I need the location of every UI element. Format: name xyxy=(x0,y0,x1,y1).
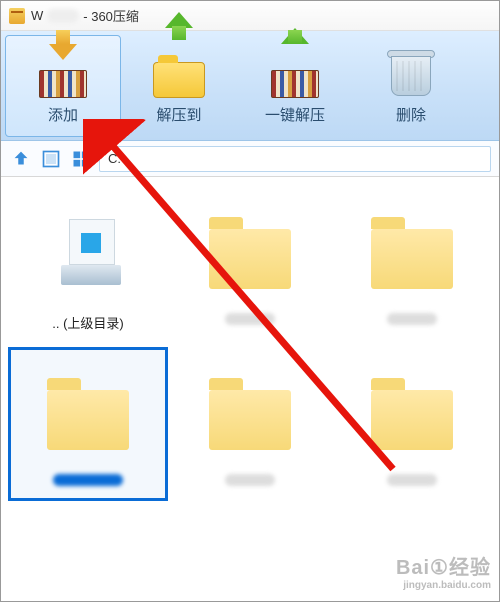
add-icon xyxy=(33,46,93,98)
trash-icon xyxy=(381,46,441,98)
up-icon[interactable] xyxy=(9,147,33,171)
watermark-sub: jingyan.baidu.com xyxy=(396,580,491,591)
delete-label: 删除 xyxy=(396,104,426,125)
watermark: Bai①经验 jingyan.baidu.com xyxy=(396,551,491,591)
delete-button[interactable]: 删除 xyxy=(353,35,469,137)
folder-item-selected[interactable] xyxy=(11,350,165,498)
view-grid-icon[interactable] xyxy=(69,147,93,171)
drive-icon xyxy=(33,197,143,307)
folder-item[interactable] xyxy=(335,189,489,340)
extract-label: 解压到 xyxy=(156,104,201,125)
item-label xyxy=(387,313,437,329)
file-grid: .. (上级目录) xyxy=(1,177,499,510)
folder-item[interactable] xyxy=(173,350,327,498)
onekey-label: 一键解压 xyxy=(265,104,325,125)
view-large-icon[interactable] xyxy=(39,147,63,171)
folder-icon xyxy=(33,358,143,468)
item-label xyxy=(225,474,275,490)
add-button[interactable]: 添加 xyxy=(5,35,121,137)
folder-icon xyxy=(195,197,305,307)
item-label xyxy=(225,313,275,329)
item-label xyxy=(53,474,123,490)
titlebar: W - 360压缩 xyxy=(1,1,499,31)
extract-button[interactable]: 解压到 xyxy=(121,35,237,137)
parent-dir-item[interactable]: .. (上级目录) xyxy=(11,189,165,340)
title-suffix: - 360压缩 xyxy=(83,6,139,25)
folder-icon xyxy=(357,197,467,307)
onekey-icon xyxy=(265,46,325,98)
navigation-bar xyxy=(1,141,499,177)
extract-icon xyxy=(149,46,209,98)
app-icon xyxy=(9,8,25,24)
item-label xyxy=(387,474,437,490)
folder-item[interactable] xyxy=(335,350,489,498)
folder-icon xyxy=(195,358,305,468)
folder-item[interactable] xyxy=(173,189,327,340)
onekey-extract-button[interactable]: 一键解压 xyxy=(237,35,353,137)
watermark-main: Bai①经验 xyxy=(396,557,491,579)
folder-icon xyxy=(357,358,467,468)
path-input[interactable] xyxy=(99,146,491,172)
main-toolbar: 添加 解压到 一键解压 删除 xyxy=(1,31,499,141)
title-prefix: W xyxy=(31,8,43,23)
add-label: 添加 xyxy=(48,104,78,125)
title-blur xyxy=(47,9,79,23)
item-label: .. (上级目录) xyxy=(52,313,124,332)
